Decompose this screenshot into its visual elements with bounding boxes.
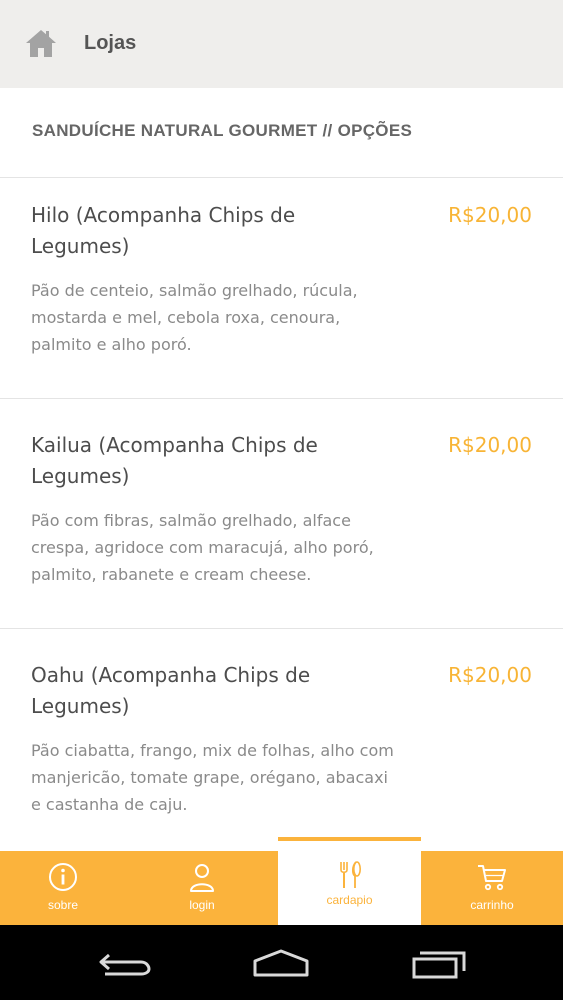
menu-item[interactable]: Kailua (Acompanha Chips de Legumes) R$20…	[0, 408, 563, 636]
system-nav-bar	[0, 925, 563, 1000]
cutlery-icon	[334, 859, 366, 891]
home-system-icon[interactable]	[251, 945, 311, 981]
nav-carrinho[interactable]: carrinho	[421, 851, 563, 925]
nav-login[interactable]: login	[126, 851, 278, 925]
item-description: Pão de centeio, salmão grelhado, rúcula,…	[31, 281, 358, 354]
nav-label: login	[189, 898, 215, 912]
section-title: SANDUÍCHE NATURAL GOURMET // OPÇÕES	[32, 121, 413, 140]
recents-icon[interactable]	[410, 945, 470, 981]
item-name: Kailua (Acompanha Chips de Legumes)	[31, 433, 318, 488]
item-name: Hilo (Acompanha Chips de Legumes)	[31, 203, 296, 258]
active-indicator	[278, 837, 421, 841]
home-icon[interactable]	[23, 26, 59, 62]
item-price: R$20,00	[448, 203, 532, 227]
item-description: Pão com fibras, salmão grelhado, alface …	[31, 511, 374, 584]
cart-icon	[476, 861, 508, 893]
nav-cardapio[interactable]: cardapio	[278, 837, 421, 925]
back-icon[interactable]	[95, 945, 155, 981]
item-description: Pão ciabatta, frango, mix de folhas, alh…	[31, 741, 394, 814]
menu-item[interactable]: Oahu (Acompanha Chips de Legumes) R$20,0…	[0, 638, 563, 866]
item-price: R$20,00	[448, 433, 532, 457]
divider	[0, 398, 563, 399]
info-icon	[47, 861, 79, 893]
page-title: Lojas	[84, 32, 137, 54]
nav-label: sobre	[47, 898, 79, 912]
top-bar: Lojas	[0, 0, 563, 88]
nav-sobre[interactable]: sobre	[0, 851, 126, 925]
nav-label: carrinho	[470, 898, 514, 912]
divider	[0, 628, 563, 629]
bottom-nav: sobre login cardapio carrinho	[0, 837, 563, 925]
menu-item[interactable]: Hilo (Acompanha Chips de Legumes) R$20,0…	[0, 178, 563, 406]
nav-label: cardapio	[326, 893, 373, 907]
item-name: Oahu (Acompanha Chips de Legumes)	[31, 663, 311, 718]
user-icon	[186, 861, 218, 893]
item-price: R$20,00	[448, 663, 532, 687]
